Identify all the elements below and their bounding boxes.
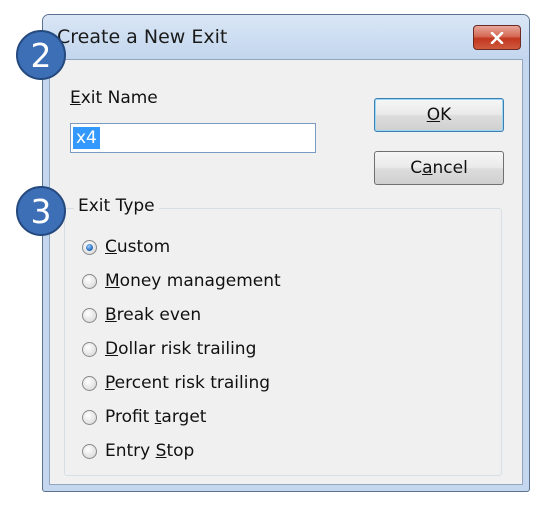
close-icon [490, 31, 504, 44]
radio-break-even[interactable]: Break even [82, 303, 201, 327]
ok-button[interactable]: OK [374, 98, 504, 132]
radio-button[interactable] [82, 409, 97, 425]
ok-label: OK [426, 105, 452, 125]
exit-name-field[interactable]: x4 [70, 123, 316, 153]
window-title: Create a New Exit [57, 26, 228, 48]
radio-label-break-even: Break even [105, 305, 202, 325]
radio-profit-target[interactable]: Profit target [82, 405, 206, 429]
radio-label-profit-target: Profit target [105, 407, 207, 427]
radio-custom[interactable]: Custom [82, 235, 170, 259]
radio-label-money-management: Money management [105, 271, 281, 291]
radio-button[interactable] [82, 375, 97, 391]
radio-label-custom: Custom [105, 237, 171, 257]
dialog-window: Create a New Exit Exit Name x4 OK Cancel… [42, 14, 530, 492]
radio-button[interactable] [82, 443, 97, 459]
step-badge-2: 2 [16, 30, 66, 80]
dialog-client-area: Exit Name x4 OK Cancel Exit Type Custom … [49, 59, 523, 485]
radio-label-entry-stop: Entry Stop [105, 441, 195, 461]
exit-name-mnemonic: E [70, 88, 81, 108]
radio-dollar-risk-trailing[interactable]: Dollar risk trailing [82, 337, 256, 361]
radio-percent-risk-trailing[interactable]: Percent risk trailing [82, 371, 270, 395]
radio-button[interactable] [82, 273, 97, 289]
close-button[interactable] [473, 25, 521, 50]
title-bar[interactable]: Create a New Exit [43, 15, 529, 59]
exit-name-label-rest: xit Name [80, 88, 158, 108]
cancel-button[interactable]: Cancel [374, 151, 504, 185]
radio-entry-stop[interactable]: Entry Stop [82, 439, 194, 463]
radio-label-dollar-risk-trailing: Dollar risk trailing [105, 339, 257, 359]
exit-name-value: x4 [73, 127, 100, 149]
radio-button[interactable] [82, 307, 97, 323]
radio-label-percent-risk-trailing: Percent risk trailing [105, 373, 271, 393]
step-badge-3: 3 [16, 186, 66, 236]
radio-button-checked[interactable] [82, 239, 97, 255]
exit-type-legend: Exit Type [74, 196, 159, 216]
radio-money-management[interactable]: Money management [82, 269, 281, 293]
cancel-label: Cancel [410, 158, 468, 178]
radio-button[interactable] [82, 341, 97, 357]
exit-name-label: Exit Name [70, 88, 158, 108]
